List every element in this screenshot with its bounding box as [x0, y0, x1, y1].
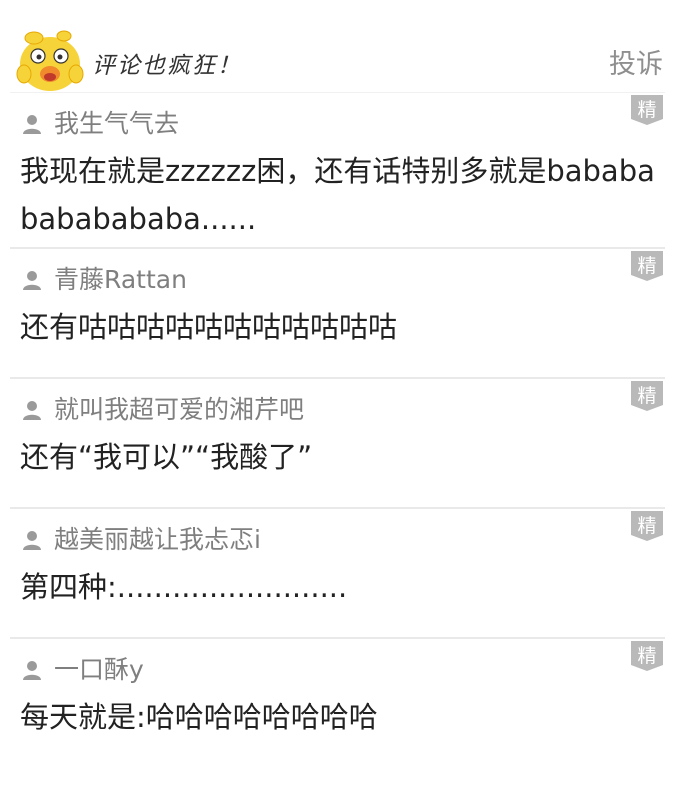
featured-badge-icon: 精	[631, 381, 663, 411]
comment-user-row: 越美丽越让我忐忑i	[10, 509, 665, 557]
comment-item: 越美丽越让我忐忑i 第四种:......................... …	[10, 507, 665, 637]
comment-item: 我生气气去 我现在就是zzzzzz困，还有话特别多就是babababababab…	[10, 92, 665, 247]
comment-username[interactable]: 一口酥y	[54, 653, 144, 687]
comment-content: 我现在就是zzzzzz困，还有话特别多就是babababababababa...…	[20, 154, 655, 236]
comment-username[interactable]: 越美丽越让我忐忑i	[54, 523, 261, 557]
featured-badge-text: 精	[637, 99, 656, 121]
comment-username[interactable]: 我生气气去	[54, 107, 179, 141]
comment-content: 第四种:.........................	[20, 570, 348, 604]
header-title: 评论也疯狂！	[92, 53, 242, 79]
report-button[interactable]: 投诉	[609, 42, 663, 81]
duck-mascot-icon	[16, 30, 84, 91]
featured-badge-text: 精	[637, 255, 656, 277]
featured-badge-text: 精	[637, 515, 656, 537]
comment-item: 青藤Rattan 还有咕咕咕咕咕咕咕咕咕咕咕 精	[10, 247, 665, 377]
comment-user-row: 青藤Rattan	[10, 249, 665, 297]
comment-username[interactable]: 青藤Rattan	[54, 263, 187, 297]
comment-list: 我生气气去 我现在就是zzzzzz困，还有话特别多就是babababababab…	[0, 92, 675, 767]
user-icon	[23, 531, 41, 550]
user-icon	[23, 115, 41, 134]
comment-content: 还有“我可以”“我酸了”	[20, 440, 313, 474]
featured-badge-text: 精	[637, 385, 656, 407]
user-icon	[23, 401, 41, 420]
comment-item: 一口酥y 每天就是:哈哈哈哈哈哈哈哈 精	[10, 637, 665, 767]
comment-user-row: 一口酥y	[10, 639, 665, 687]
comments-header: 评论也疯狂！ 投诉	[0, 0, 675, 92]
featured-badge-icon: 精	[631, 251, 663, 281]
comment-content: 还有咕咕咕咕咕咕咕咕咕咕咕	[20, 310, 398, 344]
featured-badge-icon: 精	[631, 95, 663, 125]
comment-user-row: 就叫我超可爱的湘芹吧	[10, 379, 665, 427]
comment-content: 每天就是:哈哈哈哈哈哈哈哈	[20, 700, 378, 734]
user-icon	[23, 271, 41, 290]
user-icon	[23, 661, 41, 680]
featured-badge-icon: 精	[631, 641, 663, 671]
featured-badge-icon: 精	[631, 511, 663, 541]
comment-username[interactable]: 就叫我超可爱的湘芹吧	[54, 393, 304, 427]
featured-badge-text: 精	[637, 645, 656, 667]
comment-user-row: 我生气气去	[10, 93, 665, 141]
comment-item: 就叫我超可爱的湘芹吧 还有“我可以”“我酸了” 精	[10, 377, 665, 507]
